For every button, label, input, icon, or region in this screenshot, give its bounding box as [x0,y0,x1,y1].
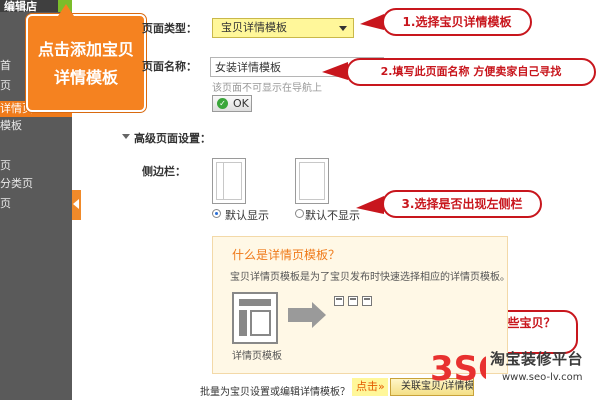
add-template-callout: 点击添加宝贝 详情模板 [26,4,146,112]
page-name-label: 页面名称： [142,60,197,73]
page-type-label: 页面类型： [142,22,197,35]
layout-divider [223,162,224,200]
ok-button[interactable]: ✓ OK [212,95,252,112]
layout-with-sidebar-thumbnail[interactable] [212,158,246,204]
watermark-logo-icon: 3SO [430,349,486,389]
watermark-mark-text: 3SO [430,349,486,389]
icon-content-box [250,310,271,336]
sidebar-item[interactable]: 页 [0,196,72,212]
page-template-icon [232,292,278,344]
callout-tail [58,4,74,16]
layout-frame [216,162,242,200]
sidebar-option-label: 侧边栏： [142,165,186,178]
layout-no-sidebar-thumbnail[interactable] [295,158,329,204]
check-icon: ✓ [217,98,228,109]
mini-page-icon [334,296,344,306]
sidebar-item[interactable]: 页 [0,158,72,174]
ok-label: OK [233,97,249,110]
step2-callout: 2.填写此页面名称 方便卖家自己寻找 [346,58,596,86]
step3-callout: 3.选择是否出现左侧栏 [382,190,542,218]
callout-line-1: 点击添加宝贝 [37,40,134,59]
batch-edit-label: 批量为宝贝设置或编辑详情模板？ [200,387,350,398]
page-name-hint: 该页面不可显示在导航上 [212,83,322,94]
step1-callout: 1.选择宝贝详情模板 [382,8,532,36]
watermark-title: 淘宝装修平台 [490,350,584,368]
page-type-select[interactable]: 宝贝详情模板 [212,18,354,38]
page-type-value: 宝贝详情模板 [221,21,287,34]
advanced-settings-label: 高级页面设置： [134,132,211,145]
icon-side-bar [239,310,247,336]
callout-pointer-3 [356,196,384,214]
sidebar-item-category-page[interactable]: 分类页 [0,176,72,192]
sidebar-collapse-button[interactable] [72,190,81,220]
icon-caption: 详情页模板 [232,351,282,362]
sidebar-item-template[interactable]: 模板 [0,118,72,134]
info-title: 什么是详情页模板？ [232,248,341,262]
mini-page-icon [362,296,372,306]
chevron-left-icon [73,199,79,209]
watermark-url: www.seo-lv.com [502,372,583,383]
arrow-right-icon [288,302,326,328]
collapse-triangle-icon[interactable] [122,134,130,139]
sidebar-show-label: 默认显示 [225,209,269,222]
sidebar-hide-radio[interactable] [295,209,304,218]
callout-line-2: 详情模板 [53,68,118,87]
sidebar-hide-label: 默认不显示 [305,209,360,222]
sidebar-show-radio[interactable] [212,209,221,218]
icon-header-bar [239,299,271,306]
mini-page-icon [348,296,358,306]
click-here-link[interactable]: 点击» [352,378,388,396]
sidebar-top-label: 编辑店 [4,0,37,13]
layout-frame [299,162,325,200]
callout-pointer-1 [360,14,384,30]
chevron-down-icon [339,26,347,31]
info-description: 宝贝详情页模板是为了宝贝发布时快速选择相应的详情页模板。 [230,272,510,283]
